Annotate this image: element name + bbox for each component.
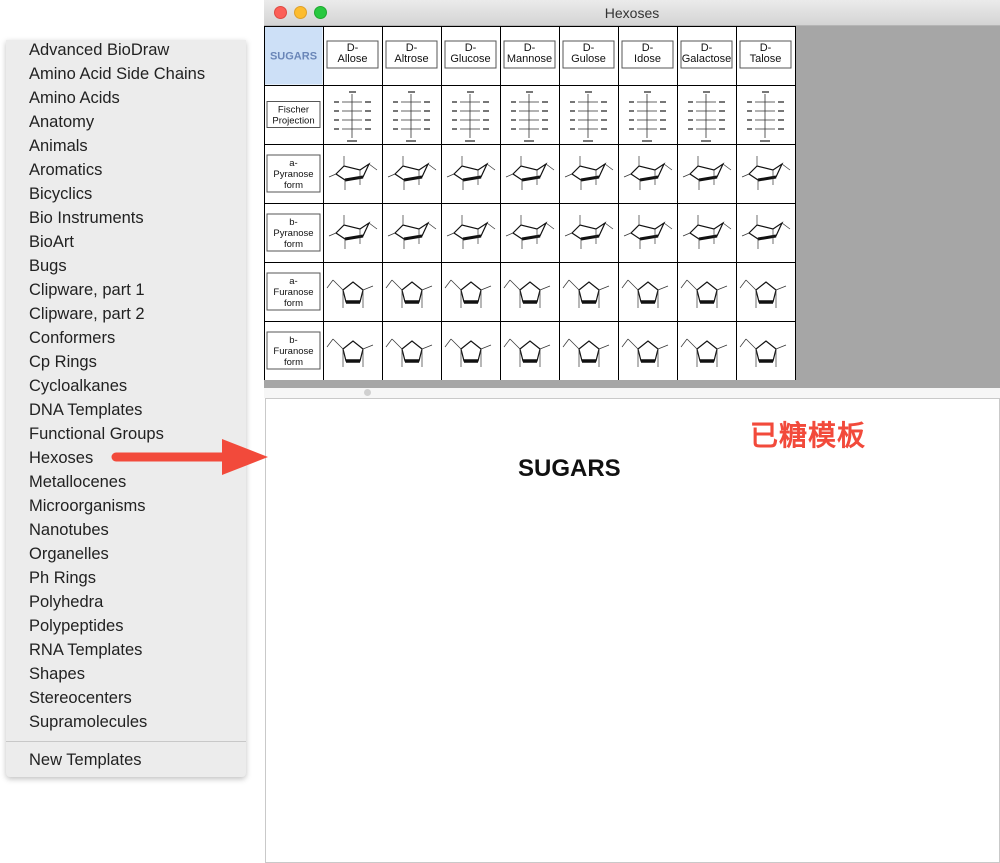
menu-item-polyhedra[interactable]: Polyhedra — [29, 591, 103, 613]
row-header-text: Pyranose — [273, 228, 313, 239]
menu-item-amino-acid-side-chains[interactable]: Amino Acid Side Chains — [29, 63, 205, 85]
menu-item-bugs[interactable]: Bugs — [29, 255, 67, 277]
row-header-text: b- — [289, 217, 297, 228]
row-header-text: Fischer — [278, 105, 309, 116]
row-header-text: b- — [289, 335, 297, 346]
menu-item-cp-rings[interactable]: Cp Rings — [29, 351, 97, 373]
menu-item-anatomy[interactable]: Anatomy — [29, 111, 94, 133]
menu-item-dna-templates[interactable]: DNA Templates — [29, 399, 142, 421]
row-header-text: form — [284, 180, 303, 191]
menu-item-polypeptides[interactable]: Polypeptides — [29, 615, 123, 637]
arrow-right-icon — [111, 439, 268, 475]
corner-label: SUGARS — [270, 51, 317, 63]
title-bar: Hexoses — [264, 0, 1000, 26]
menu-item-animals[interactable]: Animals — [29, 135, 88, 157]
row-header-text: Projection — [272, 116, 314, 127]
menu-item-amino-acids[interactable]: Amino Acids — [29, 87, 120, 109]
menu-item-advanced-biodraw[interactable]: Advanced BioDraw — [29, 39, 169, 61]
hexoses-window: Hexoses SUGARS D- Allose D- Altrose D- Glucose… — [264, 0, 1000, 388]
row-header-text: Furanose — [273, 287, 313, 298]
row-header-text: form — [284, 298, 303, 309]
row-header-text: form — [284, 357, 303, 368]
column-header-text: Talose — [750, 53, 782, 65]
menu-separator — [6, 741, 246, 742]
template-menu: Advanced BioDraw Amino Acid Side Chains Am… — [6, 40, 246, 777]
menu-item-nanotubes[interactable]: Nanotubes — [29, 519, 109, 541]
splitter-handle[interactable] — [364, 389, 371, 396]
column-header-text: Glucose — [450, 53, 490, 65]
menu-item-aromatics[interactable]: Aromatics — [29, 159, 102, 181]
row-header-text: form — [284, 239, 303, 250]
menu-item-clipware-part-2[interactable]: Clipware, part 2 — [29, 303, 145, 325]
menu-item-hexoses[interactable]: Hexoses — [29, 447, 93, 469]
menu-item-rna-templates[interactable]: RNA Templates — [29, 639, 142, 661]
menu-item-microorganisms[interactable]: Microorganisms — [29, 495, 145, 517]
canvas-title: SUGARS — [518, 455, 621, 482]
window-title: Hexoses — [604, 5, 660, 21]
menu-item-shapes[interactable]: Shapes — [29, 663, 85, 685]
row-header-text: Furanose — [273, 346, 313, 357]
menu-item-supramolecules[interactable]: Supramolecules — [29, 711, 147, 733]
annotation-label: 已糖模板 — [750, 419, 867, 452]
column-header-text: Gulose — [571, 53, 606, 65]
menu-item-stereocenters[interactable]: Stereocenters — [29, 687, 132, 709]
column-header-text: Allose — [338, 53, 368, 65]
column-header-text: Altrose — [394, 53, 428, 65]
menu-item-clipware-part-1[interactable]: Clipware, part 1 — [29, 279, 145, 301]
column-header-text: Idose — [634, 53, 661, 65]
splitter-bar[interactable] — [264, 388, 1000, 398]
menu-item-bioart[interactable]: BioArt — [29, 231, 74, 253]
template-grid: SUGARSD-AlloseD-AltroseD-GlucoseD-Mannos… — [264, 26, 796, 380]
document-canvas[interactable]: SUGARS — [265, 398, 1000, 863]
menu-item-new-templates[interactable]: New Templates — [29, 749, 142, 771]
menu-item-organelles[interactable]: Organelles — [29, 543, 109, 565]
menu-item-ph-rings[interactable]: Ph Rings — [29, 567, 96, 589]
menu-item-conformers[interactable]: Conformers — [29, 327, 115, 349]
template-grid-area: SUGARS D- Allose D- Altrose D- Glucose D- Mannos… — [264, 26, 1000, 388]
menu-item-bicyclics[interactable]: Bicyclics — [29, 183, 92, 205]
menu-item-bio-instruments[interactable]: Bio Instruments — [29, 207, 144, 229]
column-header-text: Galactose — [682, 53, 732, 65]
column-header-text: Mannose — [507, 53, 552, 65]
row-header-text: Pyranose — [273, 169, 313, 180]
row-header-text: a- — [289, 158, 297, 169]
row-header-text: a- — [289, 276, 297, 287]
menu-item-cycloalkanes[interactable]: Cycloalkanes — [29, 375, 127, 397]
